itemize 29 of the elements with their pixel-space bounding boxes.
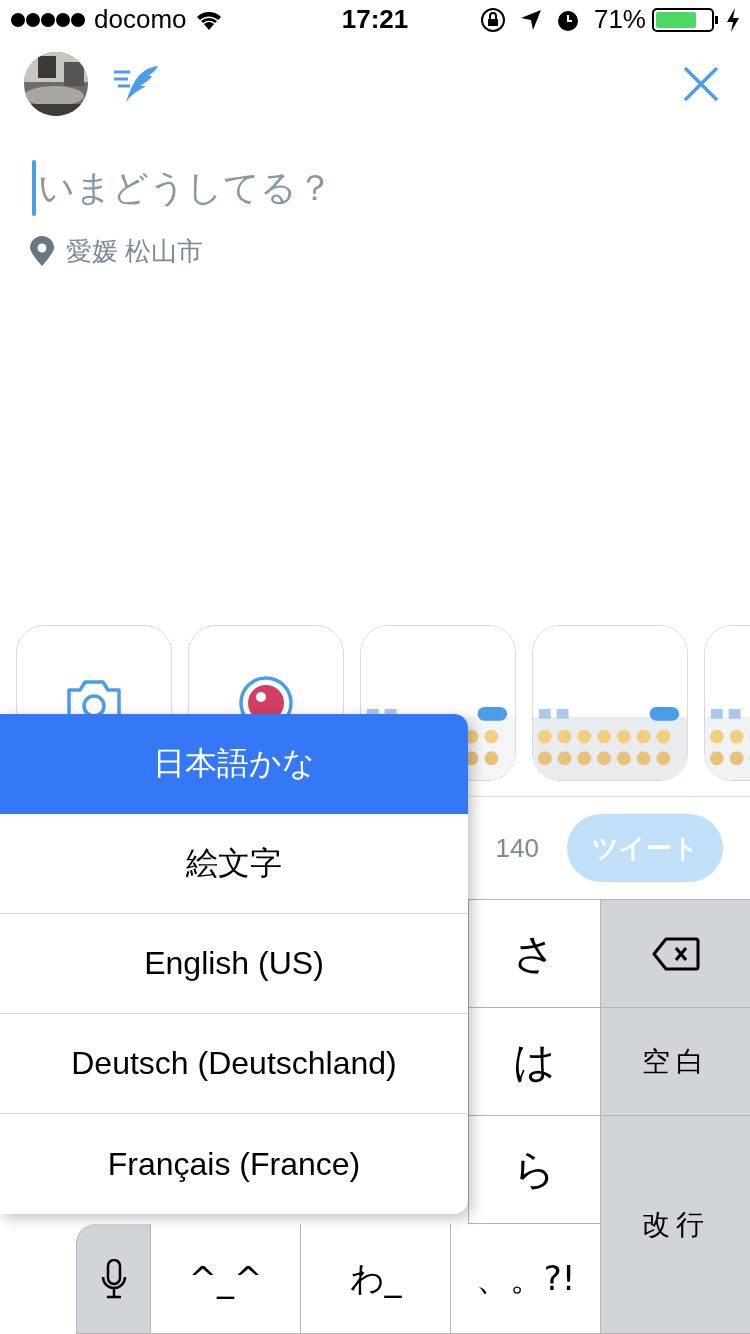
battery-percentage: 71%	[593, 4, 646, 36]
language-option[interactable]: English (US)	[0, 914, 468, 1014]
rotation-lock-icon	[479, 6, 506, 33]
tweet-text-field[interactable]: いまどうしてる？	[36, 166, 658, 209]
keyboard-key[interactable]: 、。?!	[450, 1224, 600, 1334]
keyboard-key[interactable]: 空白	[600, 1008, 750, 1116]
signal-icon	[10, 11, 86, 28]
language-option[interactable]: 絵文字	[0, 814, 468, 914]
carrier-name: docomo	[94, 4, 187, 36]
language-option[interactable]: Français (France)	[0, 1114, 468, 1214]
keyboard-key[interactable]: さ	[468, 900, 600, 1008]
language-option[interactable]: Deutsch (Deutschland)	[0, 1014, 468, 1114]
language-option[interactable]: 日本語かな	[0, 714, 468, 814]
location-pin-icon	[30, 236, 54, 267]
keyboard-key[interactable]: は	[468, 1008, 600, 1116]
character-count: 140	[495, 832, 539, 864]
backspace-icon	[651, 936, 700, 971]
keyboard-key[interactable]: ^_^	[150, 1224, 300, 1334]
location-arrow-icon	[519, 8, 542, 31]
keyboard-key[interactable]: ら	[468, 1116, 600, 1224]
clock-time: 17:21	[341, 4, 409, 36]
keyboard-key[interactable]: わ_	[300, 1224, 450, 1334]
microphone-key[interactable]	[76, 1224, 150, 1334]
backspace-key[interactable]	[600, 900, 750, 1008]
charging-bolt-icon	[726, 7, 740, 32]
microphone-icon	[100, 1258, 127, 1299]
close-icon[interactable]	[684, 66, 718, 101]
location-label[interactable]: 愛媛 松山市	[66, 233, 204, 269]
keyboard-key[interactable]: 改行	[600, 1116, 750, 1334]
